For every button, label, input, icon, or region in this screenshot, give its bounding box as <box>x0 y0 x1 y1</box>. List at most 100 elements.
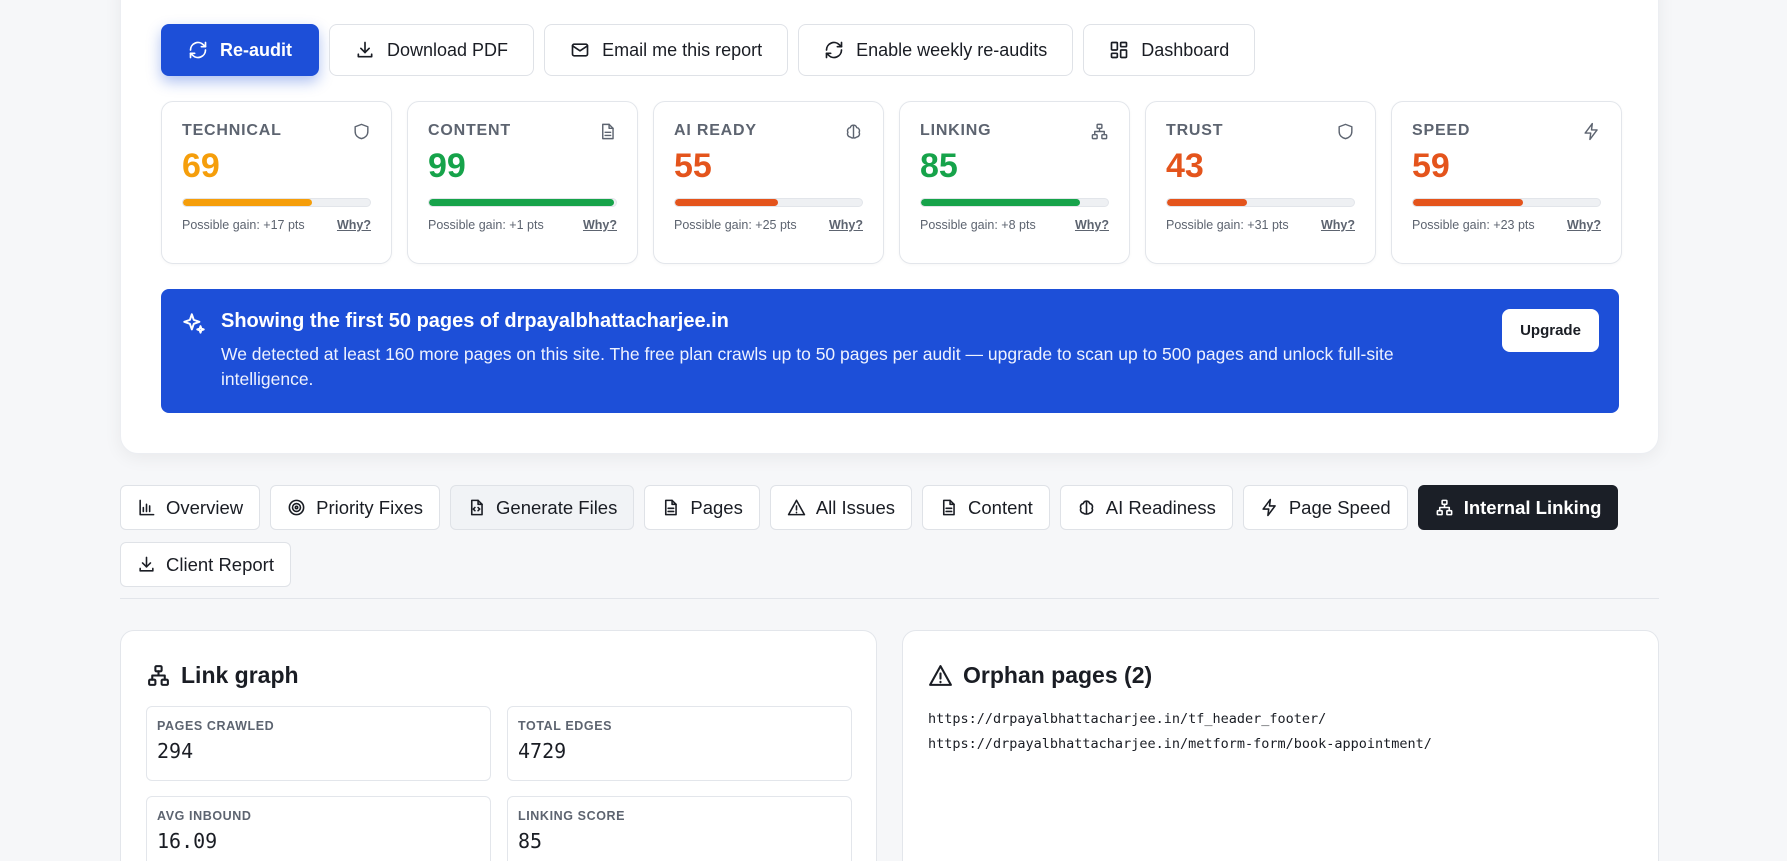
stat-value: 16.09 <box>157 829 218 853</box>
network-icon <box>1436 499 1453 516</box>
score-value: 43 <box>1166 147 1204 185</box>
score-card-speed: SPEED 59 Possible gain: +23 pts Why? <box>1391 101 1622 264</box>
report-tabs: Overview Priority Fixes Generate Files P… <box>120 485 1660 587</box>
tab-page-speed[interactable]: Page Speed <box>1242 485 1408 530</box>
weekly-reaudit-label: Enable weekly re-audits <box>856 39 1048 60</box>
upgrade-button[interactable]: Upgrade <box>1502 309 1599 352</box>
brain-icon <box>1079 500 1094 515</box>
score-value: 85 <box>920 147 958 185</box>
stat-value: 4729 <box>518 739 567 763</box>
orphan-url-list: https://drpayalbhattacharjee.in/tf_heade… <box>928 707 1432 757</box>
refresh-icon <box>189 41 207 59</box>
score-label: LINKING <box>920 122 992 139</box>
mail-icon <box>571 43 589 57</box>
network-icon <box>148 665 169 686</box>
network-icon <box>1091 123 1108 140</box>
tab-client-report[interactable]: Client Report <box>120 542 291 587</box>
why-link[interactable]: Why? <box>583 218 617 232</box>
tab-pages[interactable]: Pages <box>644 485 760 530</box>
download-pdf-label: Download PDF <box>387 39 509 60</box>
tab-label: Pages <box>690 496 743 518</box>
tabs-divider <box>120 598 1659 599</box>
tab-content[interactable]: Content <box>922 485 1050 530</box>
email-report-label: Email me this report <box>602 39 763 60</box>
stat-pages-crawled: PAGES CRAWLED 294 <box>146 706 491 781</box>
tab-generate-files[interactable]: Generate Files <box>450 485 635 530</box>
orphan-pages-panel: Orphan pages (2) https://drpayalbhattach… <box>902 630 1659 861</box>
download-icon <box>139 556 154 572</box>
score-progress-fill <box>183 199 313 206</box>
why-link[interactable]: Why? <box>1567 218 1601 232</box>
lightning-icon <box>1262 498 1276 517</box>
stat-value: 85 <box>518 829 543 853</box>
document-icon <box>942 499 955 516</box>
sparkle-icon <box>183 313 205 334</box>
panel-title-text: Link graph <box>181 662 299 688</box>
possible-gain: Possible gain: +23 pts <box>1412 218 1535 232</box>
lightning-icon <box>1584 122 1598 141</box>
possible-gain: Possible gain: +17 pts <box>182 218 305 232</box>
page-limit-banner: Showing the first 50 pages of drpayalbha… <box>161 289 1619 413</box>
tab-all-issues[interactable]: All Issues <box>769 485 912 530</box>
score-label: TRUST <box>1166 122 1224 139</box>
tab-label: Generate Files <box>496 496 618 518</box>
possible-gain: Possible gain: +31 pts <box>1166 218 1289 232</box>
panel-title-text: Orphan pages (2) <box>963 662 1153 688</box>
possible-gain: Possible gain: +1 pts <box>428 218 544 232</box>
shield-icon <box>354 123 369 140</box>
score-label: TECHNICAL <box>182 122 282 139</box>
tab-label: Client Report <box>166 553 274 575</box>
action-toolbar: Re-audit Download PDF Email me this repo… <box>161 24 1256 76</box>
why-link[interactable]: Why? <box>1321 218 1355 232</box>
orphan-url[interactable]: https://drpayalbhattacharjee.in/metform-… <box>928 732 1432 757</box>
orphan-url[interactable]: https://drpayalbhattacharjee.in/tf_heade… <box>928 707 1432 732</box>
brain-icon <box>846 124 861 139</box>
document-icon <box>665 499 678 516</box>
banner-title: Showing the first 50 pages of drpayalbha… <box>221 310 729 332</box>
score-progress-bar <box>1412 198 1601 207</box>
score-card-linking: LINKING 85 Possible gain: +8 pts Why? <box>899 101 1130 264</box>
stat-label: PAGES CRAWLED <box>157 719 275 733</box>
stat-avg-inbound: AVG INBOUND 16.09 <box>146 796 491 861</box>
tab-ai-readiness[interactable]: AI Readiness <box>1059 485 1233 530</box>
reaudit-button[interactable]: Re-audit <box>161 24 319 76</box>
score-progress-bar <box>428 198 617 207</box>
tab-label: Overview <box>166 496 244 518</box>
tab-priority-fixes[interactable]: Priority Fixes <box>270 485 441 530</box>
dashboard-label: Dashboard <box>1141 39 1230 60</box>
warning-icon <box>929 665 952 686</box>
score-progress-fill <box>429 199 615 206</box>
score-card-trust: TRUST 43 Possible gain: +31 pts Why? <box>1145 101 1376 264</box>
possible-gain: Possible gain: +8 pts <box>920 218 1036 232</box>
download-icon <box>357 41 373 58</box>
email-report-button[interactable]: Email me this report <box>544 24 789 76</box>
tab-label: AI Readiness <box>1105 496 1216 518</box>
weekly-reaudit-button[interactable]: Enable weekly re-audits <box>798 24 1074 76</box>
tab-label: Internal Linking <box>1463 496 1602 518</box>
score-progress-bar <box>920 198 1109 207</box>
score-card-ai-ready: AI READY 55 Possible gain: +25 pts Why? <box>653 101 884 264</box>
link-graph-panel: Link graph PAGES CRAWLED 294 TOTAL EDGES… <box>120 630 877 861</box>
stat-total-edges: TOTAL EDGES 4729 <box>507 706 852 781</box>
warning-icon <box>787 499 806 516</box>
dashboard-button[interactable]: Dashboard <box>1083 24 1256 76</box>
link-graph-title: Link graph <box>146 662 299 689</box>
download-pdf-button[interactable]: Download PDF <box>329 24 535 76</box>
tab-overview[interactable]: Overview <box>120 485 261 530</box>
tab-label: Page Speed <box>1288 496 1391 518</box>
refresh-icon <box>825 41 843 59</box>
score-progress-fill <box>1167 199 1248 206</box>
why-link[interactable]: Why? <box>337 218 371 232</box>
why-link[interactable]: Why? <box>829 218 863 232</box>
score-value: 59 <box>1412 147 1450 185</box>
why-link[interactable]: Why? <box>1075 218 1109 232</box>
document-icon <box>602 123 614 140</box>
score-label: AI READY <box>674 122 757 139</box>
stat-label: TOTAL EDGES <box>518 719 613 733</box>
stat-label: LINKING SCORE <box>518 809 626 823</box>
tab-internal-linking[interactable]: Internal Linking <box>1417 485 1619 530</box>
file-code-icon <box>470 499 483 516</box>
tab-label: All Issues <box>815 496 895 518</box>
score-label: SPEED <box>1412 122 1471 139</box>
possible-gain: Possible gain: +25 pts <box>674 218 797 232</box>
